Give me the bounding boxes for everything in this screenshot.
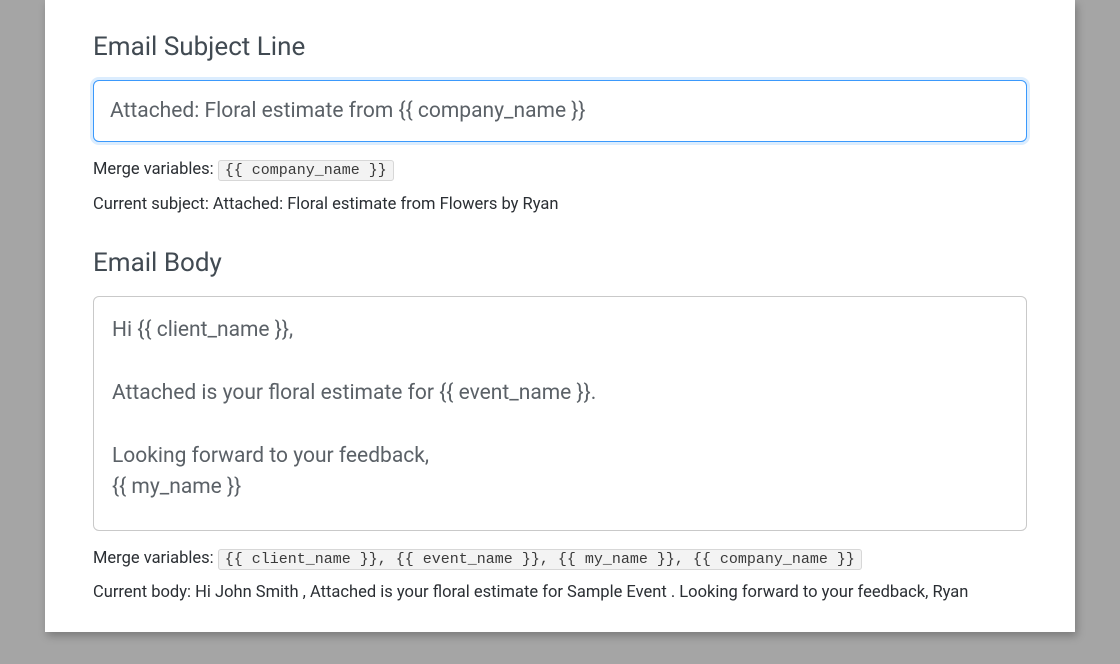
body-merge-row: Merge variables: {{ client_name }}, {{ e… bbox=[93, 547, 1027, 572]
subject-current-label: Current subject: bbox=[93, 195, 213, 214]
body-textarea[interactable]: Hi {{ client_name }}, Attached is your f… bbox=[93, 296, 1027, 531]
subject-heading: Email Subject Line bbox=[93, 32, 1027, 62]
subject-merge-row: Merge variables: {{ company_name }} bbox=[93, 158, 1027, 183]
subject-merge-variables: {{ company_name }} bbox=[218, 160, 394, 181]
subject-merge-label: Merge variables: bbox=[93, 160, 218, 179]
subject-input[interactable] bbox=[93, 80, 1027, 142]
body-heading: Email Body bbox=[93, 248, 1027, 278]
subject-current-value: Attached: Floral estimate from Flowers b… bbox=[213, 195, 559, 214]
email-template-panel: Email Subject Line Merge variables: {{ c… bbox=[45, 0, 1075, 632]
body-current-value: Hi John Smith , Attached is your floral … bbox=[195, 583, 968, 602]
body-current-label: Current body: bbox=[93, 583, 195, 602]
body-merge-label: Merge variables: bbox=[93, 549, 218, 568]
subject-current-row: Current subject: Attached: Floral estima… bbox=[93, 193, 1027, 218]
body-merge-variables: {{ client_name }}, {{ event_name }}, {{ … bbox=[218, 549, 862, 570]
body-current-row: Current body: Hi John Smith , Attached i… bbox=[93, 581, 1027, 606]
